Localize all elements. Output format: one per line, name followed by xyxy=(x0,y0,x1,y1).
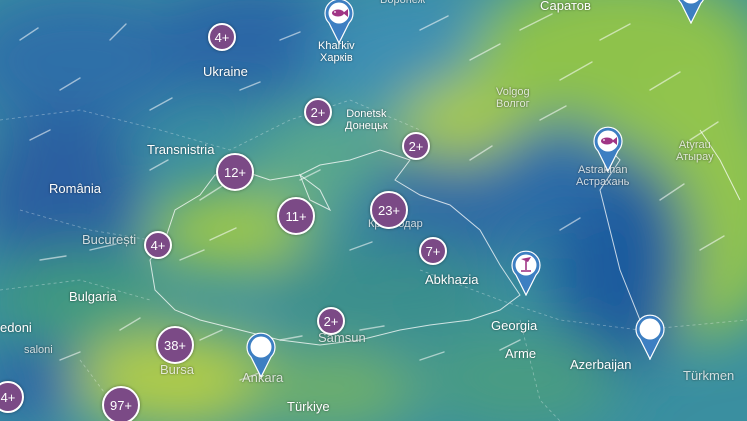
place-label-saratov: Саратов xyxy=(540,0,591,13)
place-label-voronezh: Воронеж xyxy=(380,0,426,6)
spot-cluster[interactable]: 7+ xyxy=(419,237,447,265)
place-label-turkiye: Türkiye xyxy=(287,399,330,414)
place-label-atyrau: Atyrau Атырау xyxy=(676,139,714,163)
spot-cluster[interactable]: 38+ xyxy=(156,326,194,364)
place-label-ukraine: Ukraine xyxy=(203,64,248,79)
place-label-bucuresti: București xyxy=(82,232,137,247)
place-label-bursa: Bursa xyxy=(160,362,194,377)
place-label-azerbaijan: Azerbaijan xyxy=(570,357,632,372)
georgia-pin[interactable] xyxy=(511,250,541,296)
azerbaijan-pin[interactable] xyxy=(635,314,665,360)
spot-cluster[interactable]: 2+ xyxy=(402,132,430,160)
spot-cluster[interactable]: 97+ xyxy=(102,386,140,421)
topright-pin[interactable] xyxy=(676,0,706,24)
spot-cluster[interactable]: 12+ xyxy=(216,153,254,191)
place-label-georgia: Georgia xyxy=(491,318,538,333)
spot-cluster[interactable]: 2+ xyxy=(317,307,345,335)
place-label-transnistria: Transnistria xyxy=(147,142,215,157)
spot-cluster[interactable]: 4+ xyxy=(208,23,236,51)
place-label-macedonia: edoni xyxy=(0,320,32,335)
place-label-saloniki: saloni xyxy=(24,344,53,356)
astrakhan-pin[interactable] xyxy=(593,126,623,172)
ankara-pin[interactable] xyxy=(246,332,276,378)
kharkiv-pin[interactable] xyxy=(324,0,354,44)
place-label-bulgaria: Bulgaria xyxy=(69,289,117,304)
place-label-romania: România xyxy=(49,181,102,196)
spot-cluster[interactable]: 23+ xyxy=(370,191,408,229)
spot-cluster[interactable]: 2+ xyxy=(304,98,332,126)
place-label-turkmen: Türkmen xyxy=(683,368,735,383)
place-label-donetsk: Donetsk Донецьк xyxy=(345,108,388,132)
wind-map[interactable]: Ukraine Kharkiv Харків Donetsk Донецьк Воро… xyxy=(0,0,747,421)
spot-cluster[interactable]: 11+ xyxy=(277,197,315,235)
place-label-abkhazia: Abkhazia xyxy=(425,272,479,287)
place-label-volgograd: Volgog Волгог xyxy=(496,86,530,110)
place-label-armenia: Arme xyxy=(505,346,537,361)
spot-cluster[interactable]: 4+ xyxy=(144,231,172,259)
